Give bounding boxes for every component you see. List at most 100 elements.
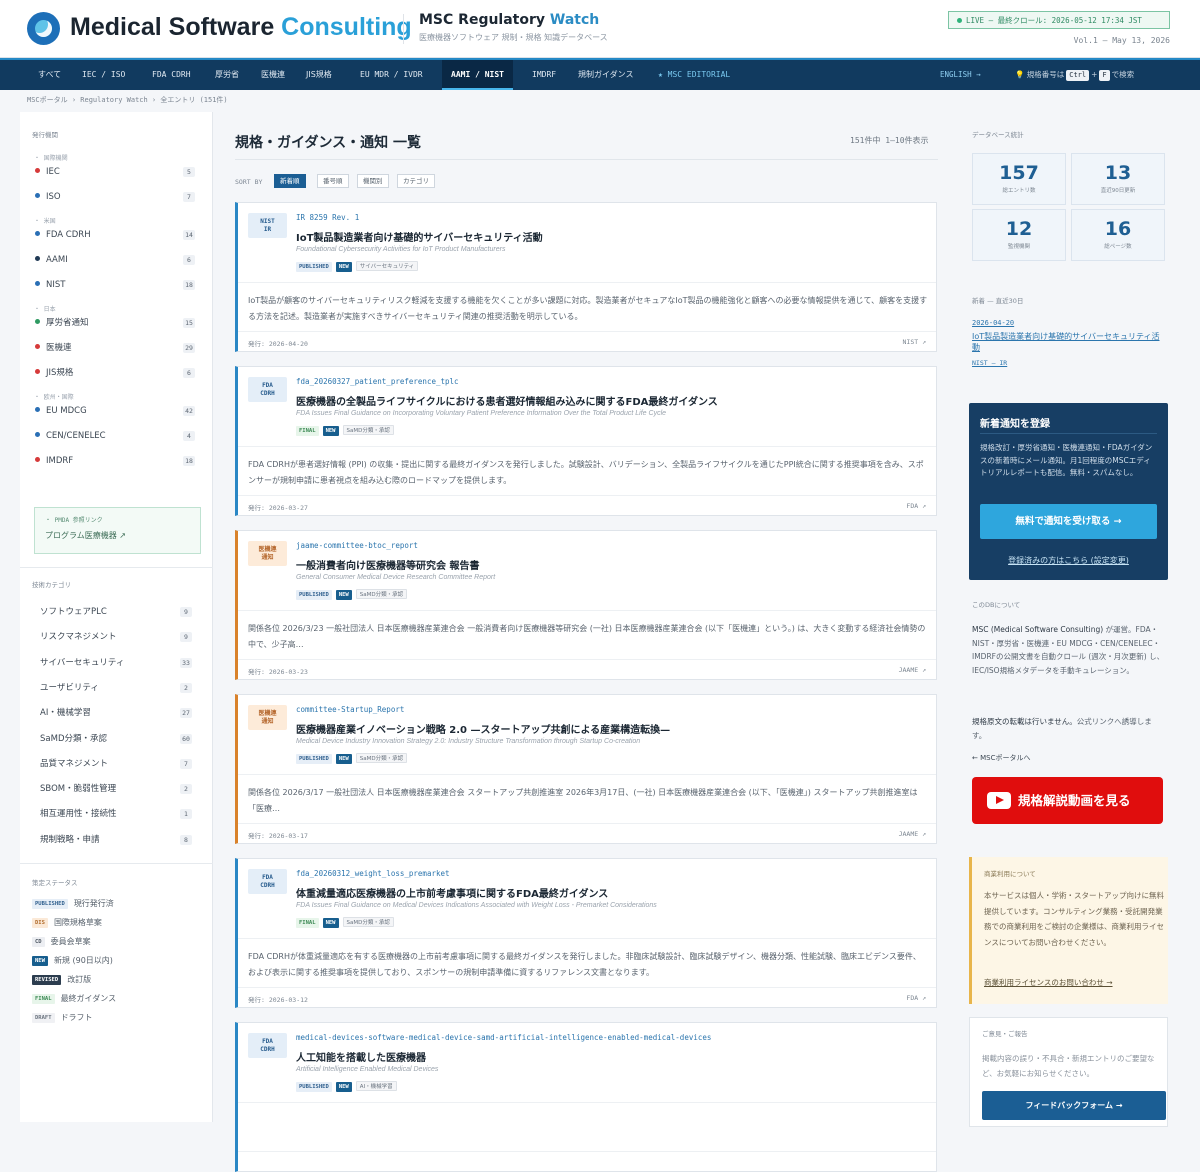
entry-title[interactable]: 人工知能を搭載した医療機器 (296, 1049, 426, 1064)
status-label: ドラフト (60, 1013, 93, 1022)
status-item: FINAL 最終ガイダンス (32, 993, 116, 1004)
category-item[interactable]: リスクマネジメント 9 (40, 630, 192, 644)
category-item[interactable]: ソフトウェアPLC 9 (40, 605, 192, 619)
entry-id[interactable]: fda_20260312_weight_loss_premarket (296, 869, 450, 878)
logo-text[interactable]: Medical Software Consulting (70, 13, 412, 42)
entry-source-link[interactable]: FDA ↗ (906, 502, 926, 510)
nav-tab-mhlw[interactable]: 厚労省 (215, 60, 239, 90)
entry-source-link[interactable]: JAAME ↗ (899, 830, 926, 838)
stats-heading: データベース統計 (972, 131, 1024, 139)
entry-card[interactable]: FDA CDRH fda_20260327_patient_preference_… (235, 366, 937, 516)
source-item[interactable]: 厚労省通知 15 (35, 316, 195, 330)
nav-tab-iec-iso[interactable]: IEC / ISO (82, 60, 125, 90)
entry-badge: NEW (322, 426, 339, 436)
nav-tab-guidance[interactable]: 規制ガイダンス (578, 60, 634, 90)
source-count: 7 (183, 192, 195, 202)
breadcrumb[interactable]: MSCポータル › Regulatory Watch › 全エントリ (151件… (27, 95, 228, 105)
english-link[interactable]: ENGLISH → (940, 60, 981, 90)
source-label: CEN/CENELEC (46, 431, 106, 441)
category-item[interactable]: 品質マネジメント 7 (40, 757, 192, 771)
entry-title[interactable]: IoT製品製造業者向け基礎的サイバーセキュリティ活動 (296, 229, 543, 244)
source-item[interactable]: FDA CDRH 14 (35, 228, 195, 242)
source-item[interactable]: EU MDCG 42 (35, 404, 195, 418)
source-item[interactable]: IEC 5 (35, 165, 195, 179)
entry-title[interactable]: 一般消費者向け医療機器等研究会 報告書 (296, 557, 479, 572)
nav-tab-editorial[interactable]: ★ MSC EDITORIAL (658, 60, 730, 90)
entry-date: 発行: 2026-04-20 (248, 340, 308, 348)
nav-tab-imdrf[interactable]: IMDRF (532, 60, 556, 90)
sort-newest-button[interactable]: 新着順 (274, 174, 306, 188)
category-item[interactable]: SBOM・脆弱性管理 2 (40, 782, 192, 796)
source-item[interactable]: CEN/CENELEC 4 (35, 429, 195, 443)
source-item[interactable]: ISO 7 (35, 190, 195, 204)
entry-description: FDA CDRHが患者選好情報 (PPI) の収集・提出に関する最終ガイダンスを… (248, 460, 924, 485)
source-dot-icon (35, 457, 40, 462)
source-item[interactable]: JIS規格 6 (35, 366, 195, 380)
feedback-button[interactable]: フィードバックフォーム → (982, 1091, 1166, 1120)
settings-link[interactable]: 登録済みの方はこちら (設定変更) (969, 555, 1168, 566)
youtube-button[interactable]: 規格解説動画を見る (972, 777, 1163, 824)
sort-category-button[interactable]: カテゴリ (397, 174, 435, 188)
source-item[interactable]: IMDRF 18 (35, 454, 195, 468)
sort-agency-button[interactable]: 機関別 (357, 174, 389, 188)
agency-code-badge: 医機連 通知 (248, 541, 287, 566)
entry-title[interactable]: 医療機器産業イノベーション戦略 2.0 —スタートアップ共創による産業構造転換— (296, 721, 670, 736)
nav-tab-all[interactable]: すべて (28, 60, 71, 90)
category-item[interactable]: 相互運用性・接続性 1 (40, 807, 192, 821)
entry-id[interactable]: IR 8259 Rev. 1 (296, 213, 359, 222)
entry-card[interactable]: 医機連 通知 committee-Startup_Report 医療機器産業イノベー… (235, 694, 937, 844)
about-heading: このDBについて (972, 601, 1021, 609)
left-sidebar: 発行機関 ・ PMDA 参照リンク プログラム医療機器 ↗ 技術カテゴリ 策定ス… (20, 112, 213, 1122)
entry-badges: PUBLISHED NEW SaMD分類・承認 (296, 753, 411, 764)
new-entry-date[interactable]: 2026-04-20 (972, 319, 1014, 327)
entry-card[interactable]: NIST IR IR 8259 Rev. 1 IoT製品製造業者向け基礎的サイバーセ… (235, 202, 937, 352)
nav-tab-aami-nist[interactable]: AAMI / NIST (442, 60, 513, 90)
new-entry-link[interactable]: IoT製品製造業者向け基礎的サイバーセキュリティ活動 (972, 331, 1162, 353)
source-item[interactable]: AAMI 6 (35, 253, 195, 267)
entry-id[interactable]: medical-devices-software-medical-device-… (296, 1033, 711, 1042)
entry-id[interactable]: committee-Startup_Report (296, 705, 404, 714)
category-item[interactable]: AI・機械学習 27 (40, 706, 192, 720)
entry-source-link[interactable]: JAAME ↗ (899, 666, 926, 674)
commercial-link[interactable]: 商業利用ライセンスのお問い合わせ → (984, 977, 1113, 988)
pmda-link[interactable]: プログラム医療機器 ↗ (45, 530, 126, 541)
nav-tab-eu-mdr[interactable]: EU MDR / IVDR (360, 60, 423, 90)
category-item[interactable]: ユーザビリティ 2 (40, 681, 192, 695)
entry-title[interactable]: 体重減量適応医療機器の上市前考慮事項に関するFDA最終ガイダンス (296, 885, 608, 900)
sort-number-button[interactable]: 番号順 (317, 174, 349, 188)
status-item: CD 委員会草案 (32, 936, 91, 947)
entry-id[interactable]: fda_20260327_patient_preference_tplc (296, 377, 459, 386)
status-label: 改訂版 (67, 975, 92, 984)
entry-badges: PUBLISHED NEW AI・機械学習 (296, 1081, 401, 1092)
category-count: 7 (180, 758, 192, 769)
entry-card[interactable]: FDA CDRH fda_20260312_weight_loss_premark… (235, 858, 937, 1008)
entry-card[interactable]: 医機連 通知 jaame-committee-btoc_report 一般消費者向け… (235, 530, 937, 680)
entry-source-link[interactable]: FDA ↗ (906, 994, 926, 1002)
logo-icon[interactable] (27, 12, 60, 45)
entry-source-link[interactable]: NIST ↗ (903, 338, 926, 346)
agency-code-badge: NIST IR (248, 213, 287, 238)
source-count: 42 (183, 406, 195, 416)
feedback-description: 掲載内容の誤り・不具合・新規エントリのご要望など、お気軽にお知らせください。 (982, 1054, 1155, 1078)
portal-link[interactable]: ← MSCポータルへ (972, 753, 1030, 763)
group-label: ・ 欧州・国際 (34, 394, 74, 401)
source-item[interactable]: NIST 18 (35, 278, 195, 292)
category-item[interactable]: SaMD分類・承認 60 (40, 732, 192, 746)
source-item[interactable]: 医機連 29 (35, 341, 195, 355)
entry-date: 発行: 2026-03-12 (248, 996, 308, 1004)
site-header: Medical Software Consulting MSC Regulato… (0, 0, 1200, 58)
category-item[interactable]: サイバーセキュリティ 33 (40, 656, 192, 670)
entry-badge: FINAL (296, 426, 319, 436)
entry-card[interactable]: FDA CDRH medical-devices-software-medical… (235, 1022, 937, 1172)
nav-tab-jis[interactable]: JIS規格 (306, 60, 332, 90)
category-item[interactable]: 規制戦略・申請 8 (40, 833, 192, 847)
source-label: AAMI (46, 255, 68, 265)
source-count: 5 (183, 167, 195, 177)
new-entry-source[interactable]: NIST — IR (972, 359, 1007, 367)
entry-id[interactable]: jaame-committee-btoc_report (296, 541, 418, 550)
nav-tab-fda-cdrh[interactable]: FDA CDRH (152, 60, 191, 90)
subscribe-button[interactable]: 無料で通知を受け取る → (980, 504, 1157, 539)
source-label: FDA CDRH (46, 230, 91, 240)
entry-title[interactable]: 医療機器の全製品ライフサイクルにおける患者選好情報組み込みに関するFDA最終ガイ… (296, 393, 718, 408)
nav-tab-jfmda[interactable]: 医機連 (261, 60, 285, 90)
